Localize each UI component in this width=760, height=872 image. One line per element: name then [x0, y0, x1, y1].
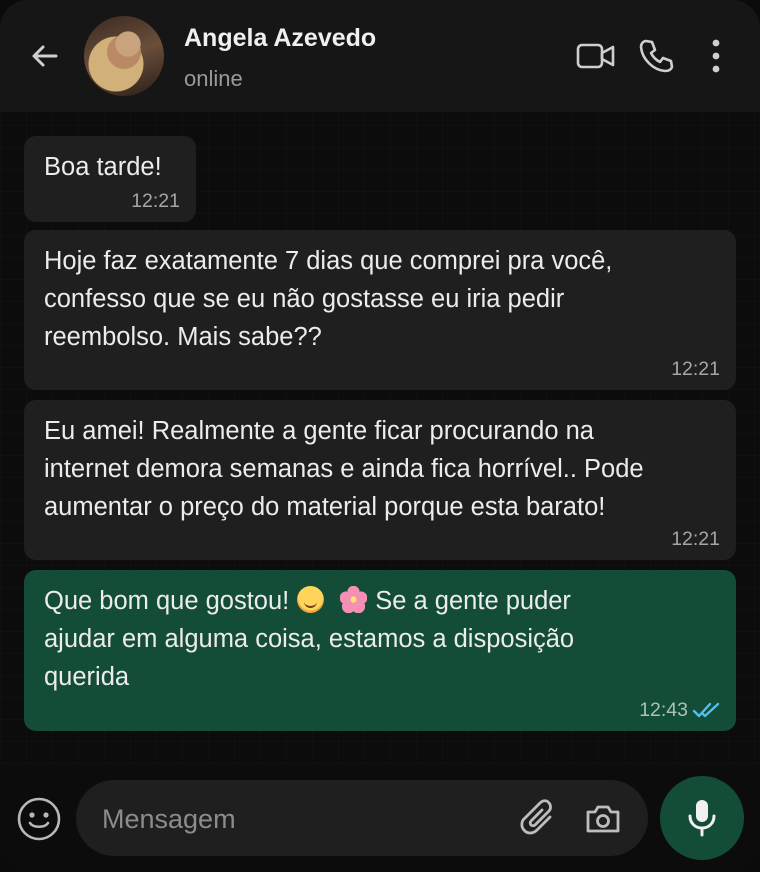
message-text-line: confesso que se eu não gostasse eu iria … [44, 285, 565, 313]
read-receipt-icon [692, 702, 720, 718]
message-time: 12:21 [131, 190, 180, 212]
message-time: 12:21 [671, 528, 720, 550]
message-bubble-incoming[interactable]: Eu amei! Realmente a gente ficar procura… [24, 400, 736, 560]
message-text-line: internet demora semanas e ainda fica hor… [44, 455, 644, 483]
microphone-button[interactable] [660, 776, 744, 860]
chat-header: Angela Azevedo online [0, 0, 760, 112]
camera-icon[interactable] [582, 798, 624, 840]
contact-avatar[interactable] [84, 16, 164, 96]
attach-paperclip-icon[interactable] [516, 798, 558, 840]
message-text-line: Que bom que gostou! Se a gente puder [44, 582, 716, 620]
message-text-line: ajudar em alguma coisa, estamos a dispos… [44, 625, 575, 653]
message-bubble-outgoing[interactable]: Que bom que gostou! Se a gente puder ajud… [24, 570, 736, 731]
contact-name[interactable]: Angela Azevedo [184, 24, 376, 53]
message-input[interactable] [100, 780, 514, 858]
message-text-line: aumentar o preço do material porque esta… [44, 493, 606, 521]
message-bubble-incoming[interactable]: Boa tarde! 12:21 [24, 136, 196, 222]
message-text-line: Hoje faz exatamente 7 dias que comprei p… [44, 247, 613, 275]
contact-status: online [184, 66, 243, 91]
message-bubble-incoming[interactable]: Hoje faz exatamente 7 dias que comprei p… [24, 230, 736, 390]
message-field [76, 780, 648, 858]
microphone-icon [688, 800, 716, 837]
message-text-segment: Se a gente puder [375, 587, 571, 615]
phone-call-icon[interactable] [636, 36, 676, 76]
message-text-line: querida [44, 663, 130, 691]
video-call-icon[interactable] [576, 36, 616, 76]
message-time: 12:43 [639, 699, 688, 721]
more-vertical-icon[interactable] [696, 36, 736, 76]
back-arrow-icon[interactable] [26, 38, 62, 74]
chat-screen: Angela Azevedo online Boa tarde! 12:21 H… [0, 0, 760, 872]
message-text-segment: Que bom que gostou! [44, 587, 290, 615]
emoji-icon[interactable] [16, 796, 62, 842]
message-time: 12:21 [671, 358, 720, 380]
cherry-blossom-emoji [340, 586, 368, 613]
message-text: Boa tarde! [44, 153, 162, 181]
smiling-face-emoji [297, 586, 325, 613]
message-text-line: reembolso. Mais sabe?? [44, 323, 322, 351]
message-text-line: Eu amei! Realmente a gente ficar procura… [44, 417, 594, 445]
